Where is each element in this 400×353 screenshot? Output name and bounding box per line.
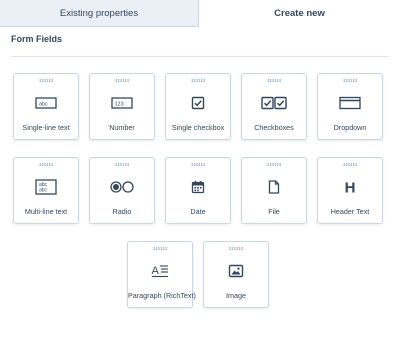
field-card-image[interactable]: Image <box>203 241 269 308</box>
tab-existing-properties[interactable]: Existing properties <box>0 0 199 27</box>
field-label: Header Text <box>330 207 370 216</box>
field-label: Radio <box>112 207 132 216</box>
field-card-single-checkbox[interactable]: Single checkbox <box>165 73 231 140</box>
drag-handle-icon[interactable] <box>343 79 357 82</box>
number-icon: 123 <box>90 94 154 112</box>
field-card-header-text[interactable]: H Header Text <box>317 157 383 224</box>
paragraph-glyph: A <box>152 265 160 277</box>
field-card-number[interactable]: 123 Number <box>89 73 155 140</box>
single-line-text-sample: abc <box>39 102 48 108</box>
radio-icon <box>90 178 154 196</box>
field-card-paragraph[interactable]: A Paragraph (RichText) <box>127 241 196 308</box>
field-card-single-line-text[interactable]: abc Single-line text <box>13 73 79 140</box>
drag-handle-icon[interactable] <box>191 163 205 166</box>
drag-handle-icon[interactable] <box>191 79 205 82</box>
file-icon <box>242 178 306 196</box>
image-icon <box>204 262 268 280</box>
section-title: Form Fields <box>11 34 63 44</box>
field-label: Single checkbox <box>171 123 225 132</box>
drag-handle-icon[interactable] <box>153 247 167 250</box>
field-card-radio[interactable]: Radio <box>89 157 155 224</box>
checkbox-icon <box>166 94 230 112</box>
drag-handle-icon[interactable] <box>267 163 281 166</box>
header-glyph: H <box>345 180 356 196</box>
field-card-checkboxes[interactable]: Checkboxes <box>241 73 307 140</box>
field-label: Number <box>109 123 135 132</box>
dropdown-icon <box>318 94 382 112</box>
drag-handle-icon[interactable] <box>343 163 357 166</box>
number-sample: 123 <box>115 102 124 108</box>
calendar-icon <box>166 178 230 196</box>
paragraph-icon: A <box>128 262 192 280</box>
checkboxes-icon <box>242 94 306 112</box>
divider <box>11 56 389 57</box>
field-label: Paragraph (RichText) <box>128 291 196 300</box>
field-card-multi-line-text[interactable]: abc abc Multi-line text <box>13 157 79 224</box>
multi-line-sample-2: abc <box>39 188 48 194</box>
field-label: Image <box>226 291 246 300</box>
drag-handle-icon[interactable] <box>39 79 53 82</box>
drag-handle-icon[interactable] <box>39 163 53 166</box>
drag-handle-icon[interactable] <box>229 247 243 250</box>
field-card-dropdown[interactable]: Dropdown <box>317 73 383 140</box>
drag-handle-icon[interactable] <box>267 79 281 82</box>
multi-line-text-icon: abc abc <box>14 178 78 196</box>
field-label: Date <box>190 207 206 216</box>
drag-handle-icon[interactable] <box>115 163 129 166</box>
field-card-date[interactable]: Date <box>165 157 231 224</box>
field-label: Checkboxes <box>254 123 294 132</box>
header-icon: H <box>318 178 382 196</box>
field-label: File <box>268 207 280 216</box>
field-label: Single-line text <box>22 123 70 132</box>
field-label: Dropdown <box>333 123 367 132</box>
tab-bar: Existing properties Create new <box>0 0 400 27</box>
drag-handle-icon[interactable] <box>115 79 129 82</box>
tab-create-new[interactable]: Create new <box>199 0 400 27</box>
field-card-file[interactable]: File <box>241 157 307 224</box>
field-label: Multi-line text <box>24 207 68 216</box>
single-line-text-icon: abc <box>14 94 78 112</box>
